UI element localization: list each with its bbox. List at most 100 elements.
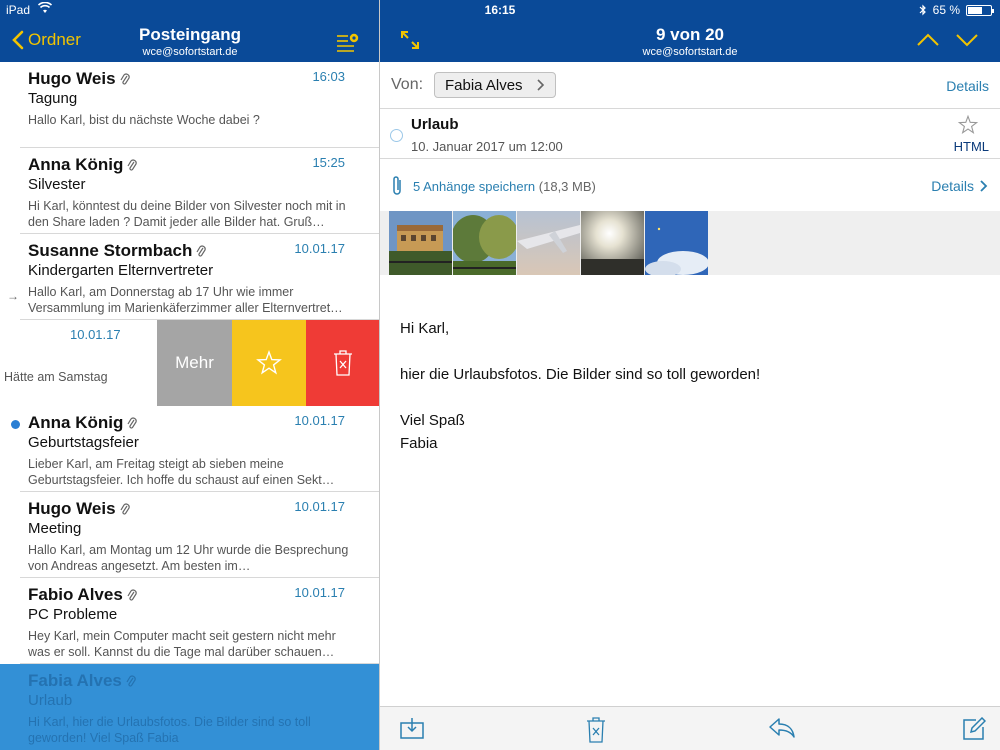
- mail-preview: Hallo Karl, am Montag um 12 Uhr wurde di…: [28, 543, 349, 573]
- chevron-left-icon: [12, 30, 24, 50]
- paperclip-icon: [127, 589, 137, 601]
- bluetooth-icon: [919, 4, 926, 16]
- mail-date: 10.01.17: [294, 413, 345, 428]
- mail-preview: Hi Karl, hier die Urlaubsfotos. Die Bild…: [28, 715, 311, 745]
- mail-subject: Geburtstagsfeier: [28, 434, 139, 451]
- sender-chip[interactable]: Fabia Alves: [434, 72, 556, 98]
- message-counter: 9 von 20 wce@sofortstart.de: [560, 25, 820, 58]
- mail-date: 10.01.17: [294, 241, 345, 256]
- more-action-label: Mehr: [175, 353, 214, 372]
- reply-icon: [769, 718, 795, 738]
- swiped-mail-row[interactable]: 10.01.17 Hätte am Samstag Mehr: [0, 320, 379, 406]
- mail-list: Hugo Weis 16:03 Tagung Hallo Karl, bist …: [0, 62, 379, 750]
- chevron-right-icon: [536, 79, 544, 91]
- mail-preview: Hallo Karl, am Donnerstag ab 17 Uhr wie …: [28, 285, 343, 315]
- mail-subject: Kindergarten Elternvertreter: [28, 262, 214, 279]
- battery-percent: 65 %: [932, 3, 960, 17]
- mail-row[interactable]: Fabio Alves 10.01.17 PC Probleme Hey Kar…: [0, 578, 379, 664]
- trash-icon: [333, 350, 352, 376]
- chevron-up-icon: [917, 33, 939, 46]
- delete-action-button[interactable]: [306, 320, 379, 406]
- paperclip-icon: [127, 159, 138, 171]
- star-icon: [957, 114, 979, 134]
- star-icon: [256, 349, 282, 375]
- paperclip-icon: [393, 176, 401, 195]
- sender-name: Susanne Stormbach: [28, 241, 193, 260]
- back-label: Ordner: [28, 30, 81, 49]
- back-button[interactable]: Ordner: [12, 30, 81, 50]
- mail-sender: Hugo Weis: [28, 69, 130, 89]
- attachment-thumbnail[interactable]: [581, 211, 644, 275]
- bottom-toolbar: [380, 706, 1000, 750]
- body-paragraph: Fabia: [400, 435, 438, 452]
- mail-row[interactable]: Anna König 10.01.17 Geburtstagsfeier Lie…: [0, 406, 379, 492]
- mailbox-name: Posteingang: [138, 25, 241, 44]
- html-toggle[interactable]: HTML: [954, 139, 989, 154]
- move-button[interactable]: [400, 717, 424, 744]
- attachments-details-link[interactable]: Details: [931, 178, 988, 194]
- previous-message-button[interactable]: [916, 33, 940, 52]
- attachment-thumbnail[interactable]: [517, 211, 580, 275]
- attachments-row[interactable]: 5 Anhänge speichern (18,3 MB) Details: [380, 159, 1000, 211]
- mail-subject: PC Probleme: [28, 606, 118, 623]
- next-message-button[interactable]: [955, 33, 979, 52]
- unread-indicator: [11, 420, 20, 429]
- battery-icon: [966, 4, 994, 16]
- sender-name: Fabio Alves: [28, 585, 123, 604]
- mail-row[interactable]: Anna König 15:25 Silvester Hi Karl, könn…: [0, 148, 379, 234]
- pane-divider: [379, 0, 380, 750]
- delete-button[interactable]: [586, 717, 606, 748]
- status-bar: iPad 16:15 65 %: [0, 0, 1000, 20]
- attachment-thumbnail[interactable]: [389, 211, 452, 275]
- paperclip-icon: [120, 73, 130, 85]
- clock: 16:15: [484, 3, 516, 17]
- attachment-thumbnails: [380, 211, 1000, 275]
- body-paragraph: Hi Karl,: [400, 320, 450, 337]
- more-action-button[interactable]: Mehr: [157, 320, 232, 406]
- trash-icon: [587, 717, 605, 743]
- mail-sender: Hugo Weis: [28, 499, 130, 519]
- attachment-thumbnail[interactable]: [645, 211, 708, 275]
- attachment-thumbnail[interactable]: [453, 211, 516, 275]
- detail-date: 10. Januar 2017 um 12:00: [411, 139, 563, 154]
- mail-preview: Hey Karl, mein Computer macht seit geste…: [28, 629, 336, 659]
- attachments-size: (18,3 MB): [538, 179, 596, 194]
- expand-button[interactable]: [400, 30, 420, 55]
- forwarded-icon: →: [7, 289, 19, 303]
- mail-subject: Urlaub: [28, 692, 73, 709]
- paperclip-icon: [120, 503, 130, 515]
- paperclip-icon: [196, 245, 207, 257]
- mail-sender: Fabia Alves: [28, 671, 136, 691]
- flag-star-button[interactable]: [957, 114, 979, 141]
- sender-name: Hugo Weis: [28, 499, 116, 518]
- mailbox-account: wce@sofortstart.de: [142, 46, 238, 58]
- mail-sender: Anna König: [28, 413, 138, 433]
- star-action-button[interactable]: [232, 320, 306, 406]
- mail-date: 16:03: [312, 69, 345, 84]
- detail-subject: Urlaub: [411, 116, 459, 133]
- compose-button[interactable]: [962, 716, 987, 746]
- sender-name: Fabia Alves: [28, 671, 122, 690]
- mail-date: 10.01.17: [294, 585, 345, 600]
- sender-name: Hugo Weis: [28, 69, 116, 88]
- mail-row[interactable]: Susanne Stormbach 10.01.17 Kindergarten …: [0, 234, 379, 320]
- header-details-link[interactable]: Details: [946, 78, 989, 94]
- save-attachments-link[interactable]: 5 Anhänge speichern (18,3 MB): [413, 179, 596, 194]
- mail-body: Hi Karl, hier die Urlaubsfotos. Die Bild…: [400, 317, 760, 455]
- mail-row-selected[interactable]: Fabia Alves Urlaub Hi Karl, hier die Url…: [0, 664, 379, 750]
- mail-row[interactable]: Hugo Weis 16:03 Tagung Hallo Karl, bist …: [0, 62, 379, 148]
- chevron-down-icon: [956, 34, 978, 47]
- save-to-folder-icon: [400, 718, 424, 739]
- mail-date: 10.01.17: [294, 499, 345, 514]
- mail-sender: Anna König: [28, 155, 138, 175]
- chevron-right-icon: [980, 180, 988, 192]
- sender-name: Anna König: [28, 155, 124, 174]
- mail-sender: Susanne Stormbach: [28, 241, 207, 261]
- mail-row[interactable]: Hugo Weis 10.01.17 Meeting Hallo Karl, a…: [0, 492, 379, 578]
- mail-detail: Von: Fabia Alves Details Urlaub 10. Janu…: [380, 62, 1000, 706]
- mark-unread-toggle[interactable]: [390, 129, 403, 142]
- compose-icon: [963, 716, 987, 740]
- battery-fill: [968, 6, 983, 14]
- reply-button[interactable]: [768, 717, 796, 744]
- list-settings-button[interactable]: [336, 32, 360, 57]
